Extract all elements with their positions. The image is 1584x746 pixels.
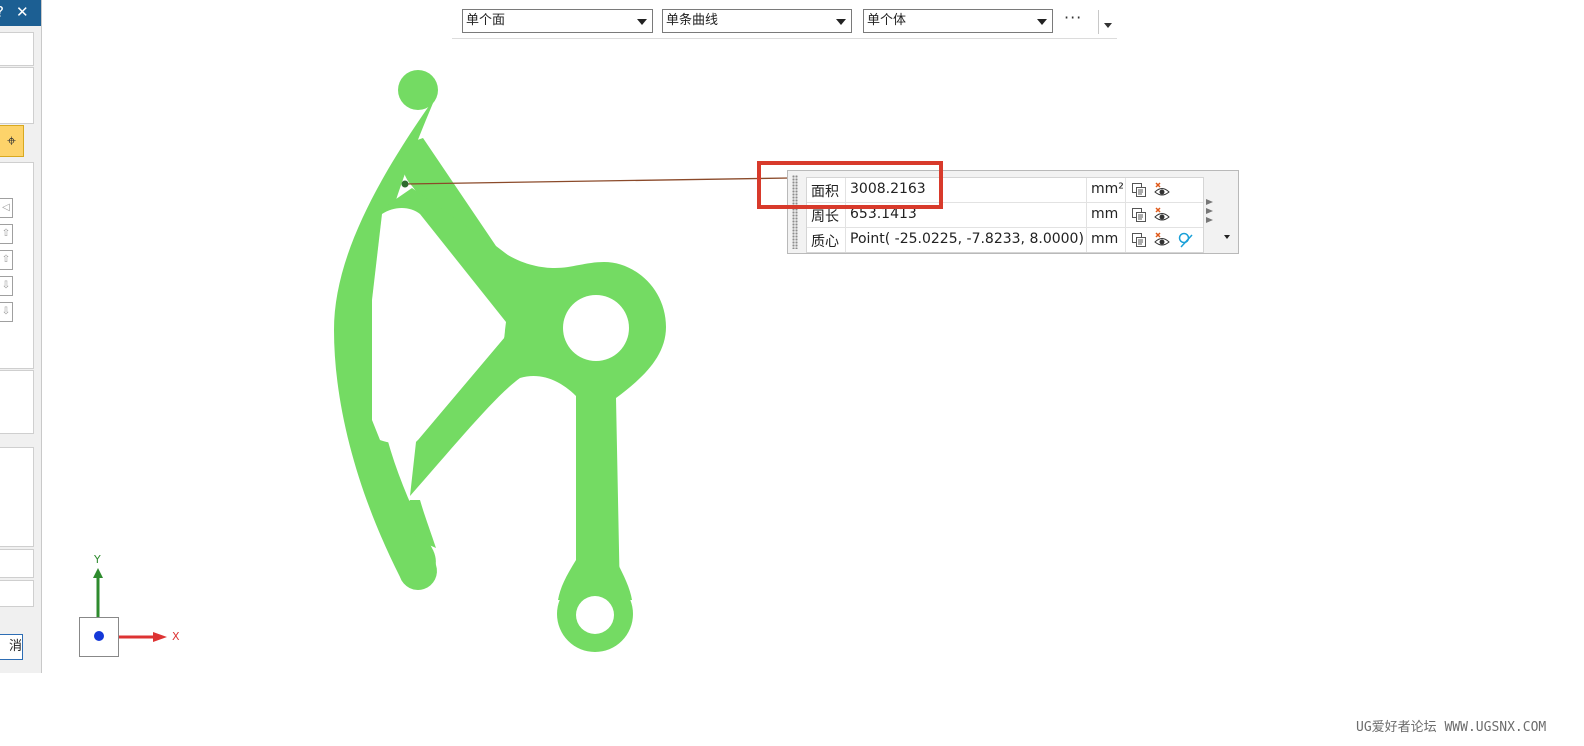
hub-hole (563, 295, 629, 361)
view-triad: Y X (75, 550, 195, 660)
part-face[interactable] (334, 70, 666, 652)
centroid-unit[interactable]: mm (1091, 231, 1118, 247)
show-hide-icon[interactable] (1154, 232, 1170, 248)
highlight-annotation (757, 161, 943, 209)
perimeter-label: 周长 (811, 209, 839, 225)
end-hole (576, 596, 614, 634)
perimeter-unit[interactable]: mm (1091, 206, 1118, 222)
area-unit[interactable]: mm² (1091, 181, 1124, 197)
graphics-window[interactable] (0, 0, 1584, 746)
triad-origin-box (79, 617, 119, 657)
chevron-down-icon[interactable] (1224, 235, 1230, 239)
centroid-value: Point( -25.0225, -7.8233, 8.0000) (850, 231, 1084, 247)
anchor-point (401, 180, 409, 188)
leader-line (404, 177, 791, 185)
watermark: UG爱好者论坛 WWW.UGSNX.COM (1356, 720, 1547, 735)
show-hide-icon[interactable] (1154, 182, 1170, 198)
x-axis-label: X (172, 630, 180, 643)
measurement-row-centroid[interactable]: 质心 Point( -25.0225, -7.8233, 8.0000) mm (807, 228, 1203, 252)
show-hide-icon[interactable] (1154, 207, 1170, 223)
y-axis-label: Y (94, 553, 101, 566)
copy-to-clipboard-icon[interactable] (1131, 182, 1147, 198)
origin-dot (94, 631, 104, 641)
centroid-label: 质心 (811, 234, 839, 250)
expand-arrows[interactable] (1206, 199, 1220, 226)
copy-to-clipboard-icon[interactable] (1131, 232, 1147, 248)
copy-to-clipboard-icon[interactable] (1131, 207, 1147, 223)
point-icon[interactable] (1178, 232, 1194, 248)
